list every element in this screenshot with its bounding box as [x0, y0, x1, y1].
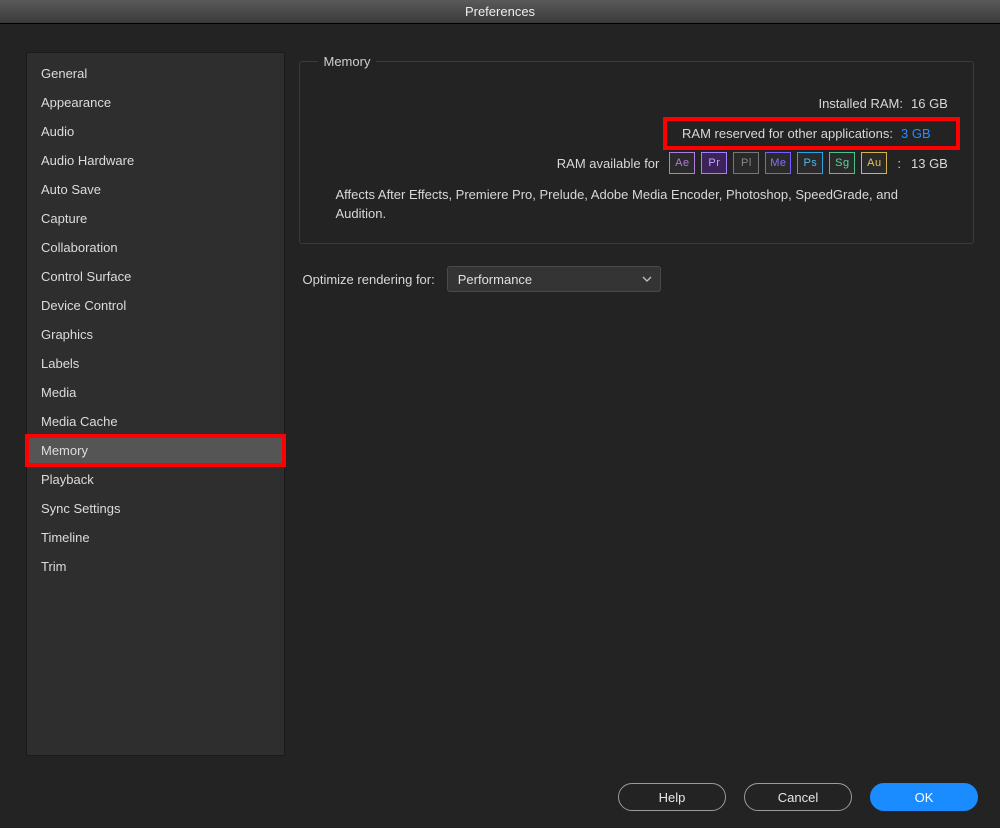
window-title: Preferences	[465, 4, 535, 19]
sidebar-item-label: Control Surface	[41, 269, 131, 284]
sidebar-item-auto-save[interactable]: Auto Save	[27, 175, 284, 204]
cancel-button-label: Cancel	[778, 790, 818, 805]
media-encoder-icon: Me	[765, 152, 791, 174]
sidebar-item-label: General	[41, 66, 87, 81]
reserved-ram-row: RAM reserved for other applications: 3 G…	[318, 121, 956, 145]
premiere-pro-icon: Pr	[701, 152, 727, 174]
sidebar-item-audio[interactable]: Audio	[27, 117, 284, 146]
memory-legend: Memory	[318, 54, 377, 69]
sidebar-item-label: Audio	[41, 124, 74, 139]
sidebar-item-label: Media	[41, 385, 76, 400]
sidebar-item-label: Labels	[41, 356, 79, 371]
sidebar-item-label: Trim	[41, 559, 67, 574]
sidebar-item-media-cache[interactable]: Media Cache	[27, 407, 284, 436]
sidebar-item-label: Timeline	[41, 530, 90, 545]
sidebar-item-label: Device Control	[41, 298, 126, 313]
sidebar-item-capture[interactable]: Capture	[27, 204, 284, 233]
optimize-select[interactable]: Performance	[447, 266, 661, 292]
sidebar-item-trim[interactable]: Trim	[27, 552, 284, 581]
app-icon-row: Ae Pr Pl Me Ps Sg Au	[669, 152, 887, 174]
sidebar-item-timeline[interactable]: Timeline	[27, 523, 284, 552]
sidebar-item-memory[interactable]: Memory	[27, 436, 284, 465]
sidebar-item-general[interactable]: General	[27, 59, 284, 88]
sidebar-item-control-surface[interactable]: Control Surface	[27, 262, 284, 291]
category-sidebar: General Appearance Audio Audio Hardware Auto…	[26, 52, 285, 756]
installed-ram-row: Installed RAM: 16 GB	[318, 91, 956, 115]
cancel-button[interactable]: Cancel	[744, 783, 852, 811]
prelude-icon: Pl	[733, 152, 759, 174]
audition-icon: Au	[861, 152, 887, 174]
sidebar-item-sync-settings[interactable]: Sync Settings	[27, 494, 284, 523]
optimize-select-value: Performance	[458, 272, 532, 287]
preferences-window: General Appearance Audio Audio Hardware Auto…	[0, 24, 1000, 828]
sidebar-item-label: Auto Save	[41, 182, 101, 197]
sidebar-item-label: Appearance	[41, 95, 111, 110]
sidebar-item-device-control[interactable]: Device Control	[27, 291, 284, 320]
affects-description: Affects After Effects, Premiere Pro, Pre…	[318, 185, 956, 223]
sidebar-item-label: Memory	[41, 443, 88, 458]
after-effects-icon: Ae	[669, 152, 695, 174]
available-ram-colon: :	[897, 156, 901, 171]
installed-ram-label: Installed RAM:	[818, 96, 903, 111]
ok-button-label: OK	[915, 790, 934, 805]
optimize-row: Optimize rendering for: Performance	[299, 266, 975, 292]
available-ram-value: 13 GB	[911, 156, 955, 171]
sidebar-item-labels[interactable]: Labels	[27, 349, 284, 378]
sidebar-item-label: Audio Hardware	[41, 153, 134, 168]
sidebar-item-label: Capture	[41, 211, 87, 226]
help-button[interactable]: Help	[618, 783, 726, 811]
reserved-ram-value[interactable]: 3 GB	[901, 126, 945, 141]
sidebar-item-appearance[interactable]: Appearance	[27, 88, 284, 117]
sidebar-item-playback[interactable]: Playback	[27, 465, 284, 494]
available-ram-row: RAM available for Ae Pr Pl Me Ps Sg Au : 13 GB	[318, 151, 956, 175]
sidebar-item-collaboration[interactable]: Collaboration	[27, 233, 284, 262]
reserved-ram-highlight: RAM reserved for other applications: 3 G…	[668, 122, 955, 145]
sidebar-item-label: Playback	[41, 472, 94, 487]
installed-ram-value: 16 GB	[911, 96, 955, 111]
sidebar-item-audio-hardware[interactable]: Audio Hardware	[27, 146, 284, 175]
speedgrade-icon: Sg	[829, 152, 855, 174]
optimize-label: Optimize rendering for:	[303, 272, 435, 287]
sidebar-item-graphics[interactable]: Graphics	[27, 320, 284, 349]
content-area: General Appearance Audio Audio Hardware Auto…	[26, 52, 974, 756]
chevron-down-icon	[642, 274, 652, 284]
available-ram-label: RAM available for	[557, 156, 660, 171]
ok-button[interactable]: OK	[870, 783, 978, 811]
sidebar-item-label: Graphics	[41, 327, 93, 342]
dialog-footer: Help Cancel OK	[0, 766, 1000, 828]
sidebar-item-label: Media Cache	[41, 414, 118, 429]
title-bar: Preferences	[0, 0, 1000, 24]
reserved-ram-label: RAM reserved for other applications:	[682, 126, 893, 141]
help-button-label: Help	[659, 790, 686, 805]
memory-group: Memory Installed RAM: 16 GB RAM reserved…	[299, 54, 975, 244]
sidebar-item-label: Sync Settings	[41, 501, 121, 516]
main-pane: Memory Installed RAM: 16 GB RAM reserved…	[299, 52, 975, 756]
sidebar-item-media[interactable]: Media	[27, 378, 284, 407]
sidebar-item-label: Collaboration	[41, 240, 118, 255]
photoshop-icon: Ps	[797, 152, 823, 174]
